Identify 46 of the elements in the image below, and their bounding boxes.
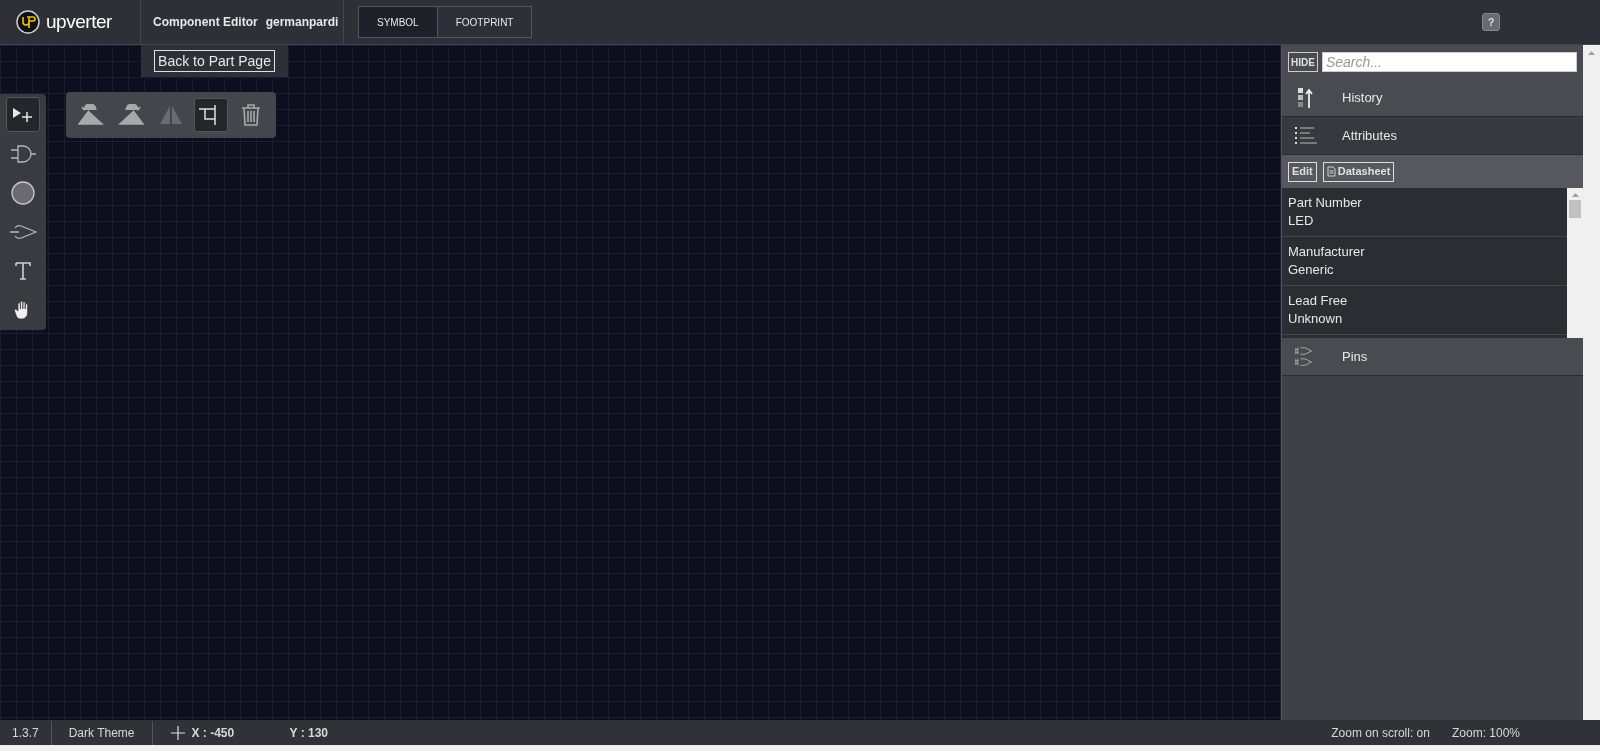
history-icon xyxy=(1297,86,1315,109)
section-title: Pins xyxy=(1342,347,1368,366)
text-icon xyxy=(14,260,32,281)
crosshair-icon xyxy=(170,725,185,740)
datasheet-button[interactable]: Datasheet xyxy=(1322,161,1395,182)
pointer-move-icon xyxy=(12,106,34,123)
attribute-value: Unknown xyxy=(1288,310,1344,328)
attribute-value: LED xyxy=(1288,212,1315,230)
zoom-level: Zoom: 100% xyxy=(1451,724,1520,742)
editor-title: Component Editor xyxy=(153,14,258,31)
panel-section-header[interactable]: Attributes xyxy=(1282,117,1583,155)
zoom-on-scroll-toggle[interactable]: Zoom on scroll: on xyxy=(1331,723,1430,742)
version-label: 1.3.7 xyxy=(0,720,52,745)
tool-button[interactable] xyxy=(6,97,40,132)
action-button[interactable] xyxy=(194,98,228,132)
attribute-name: Manufacturer xyxy=(1288,243,1366,261)
x-coordinate: X : -450 xyxy=(191,724,236,742)
attribute-value: Generic xyxy=(1288,261,1335,279)
pin-icon xyxy=(9,222,37,241)
list-icon xyxy=(1294,125,1318,146)
back-to-part-page-button[interactable]: Back to Part Page xyxy=(154,50,275,72)
theme-toggle[interactable]: Dark Theme xyxy=(51,720,153,745)
panel-section-header[interactable]: Pins xyxy=(1282,338,1583,376)
canvas-grid[interactable]: Back to Part Page xyxy=(0,45,1281,720)
help-button[interactable]: ? xyxy=(1482,13,1500,31)
flip-icon xyxy=(159,104,183,126)
and-gate-icon xyxy=(10,143,36,164)
circle-icon xyxy=(11,180,35,205)
attribute-name: Part Number xyxy=(1288,194,1363,212)
logo-text: upverter xyxy=(46,9,112,34)
scroll-up-arrow-icon xyxy=(1571,193,1579,197)
attribute-name: Lead Free xyxy=(1288,292,1349,310)
edit-button[interactable]: Edit xyxy=(1288,161,1317,182)
search-field[interactable]: Search... xyxy=(1321,52,1577,72)
y-coordinate: Y : 130 xyxy=(289,724,328,742)
panel-section-header[interactable]: History xyxy=(1282,79,1583,117)
section-title: Attributes xyxy=(1342,126,1397,145)
document-icon xyxy=(1326,166,1336,177)
view-tab[interactable]: SYMBOL xyxy=(359,7,437,37)
hide-button[interactable]: HIDE xyxy=(1288,52,1318,72)
section-title: History xyxy=(1342,88,1383,107)
trash-icon xyxy=(240,103,262,127)
scroll-up-arrow-icon xyxy=(1588,51,1595,55)
logo-icon xyxy=(16,10,40,34)
scrollbar-thumb[interactable] xyxy=(1569,200,1581,218)
user-name[interactable]: germanpardi xyxy=(265,13,339,31)
